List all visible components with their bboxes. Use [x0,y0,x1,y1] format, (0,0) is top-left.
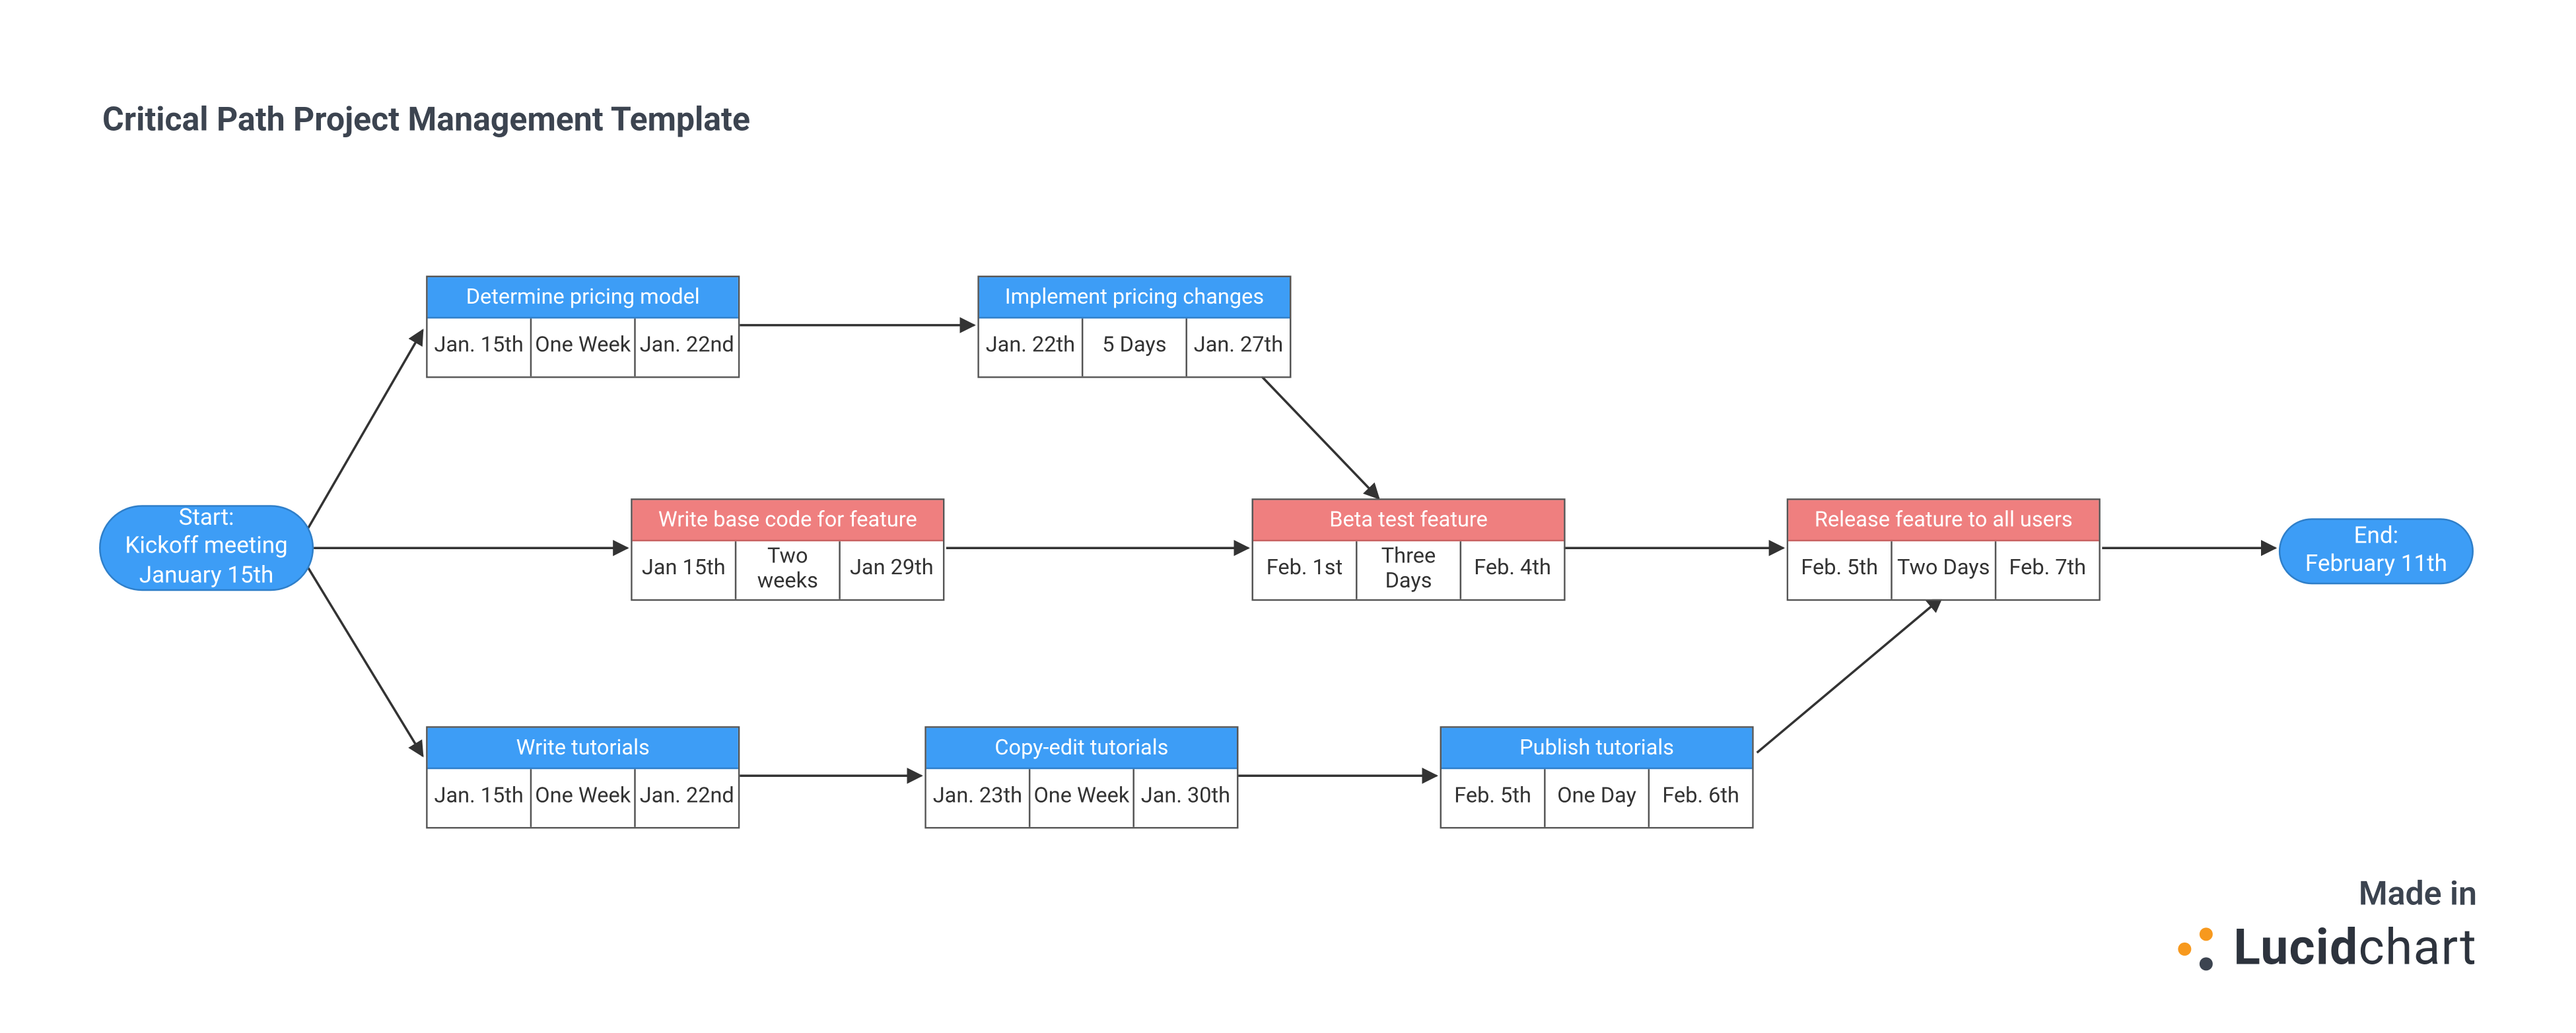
task-publish-tutorials: Publish tutorials Feb. 5th One Day Feb. … [1440,726,1754,828]
task-write-tutorials: Write tutorials Jan. 15th One Week Jan. … [426,726,740,828]
end-line2: February 11th [2305,551,2447,578]
task-end: Feb. 6th [1648,769,1753,827]
task-determine-pricing-model: Determine pricing model Jan. 15th One We… [426,276,740,378]
task-start: Jan. 23th [926,769,1029,827]
task-end: Jan. 30th [1132,769,1237,827]
task-duration: One Week [530,769,635,827]
diagram-canvas: Critical Path Project Management Templat… [0,0,2576,1033]
task-start: Feb. 5th [1788,541,1891,599]
made-in-label: Made in [2177,873,2477,913]
task-end: Feb. 7th [1995,541,2099,599]
task-write-base-code: Write base code for feature Jan 15th Two… [631,498,944,601]
lucidchart-logo-icon [2177,927,2220,970]
task-duration: One Week [530,319,635,377]
start-line2: Kickoff meeting [125,533,287,560]
task-start: Jan. 22th [979,319,1082,377]
task-end: Feb. 4th [1460,541,1564,599]
task-label: Write tutorials [516,735,650,760]
lucidchart-watermark: Made in Lucidchart [2177,873,2477,978]
task-end: Jan. 27th [1185,319,1290,377]
task-duration: 5 Days [1082,319,1186,377]
task-start: Feb. 1st [1253,541,1356,599]
end-node: End: February 11th [2279,518,2474,584]
task-duration: One Week [1029,769,1133,827]
start-line1: Start: [179,505,234,531]
task-label: Publish tutorials [1519,735,1674,760]
task-copy-edit-tutorials: Copy-edit tutorials Jan. 23th One Week J… [924,726,1238,828]
task-end: Jan. 22nd [634,769,738,827]
task-duration: Two Days [1891,541,1995,599]
start-node: Start: Kickoff meeting January 15th [99,505,314,591]
task-label: Implement pricing changes [1005,284,1264,310]
task-label: Beta test feature [1329,508,1488,533]
brand-row: Lucidchart [2177,919,2477,978]
task-end: Jan. 22nd [634,319,738,377]
task-start: Jan 15th [633,541,735,599]
task-end: Jan 29th [839,541,943,599]
end-line1: End: [2354,522,2398,549]
task-beta-test: Beta test feature Feb. 1st Three Days Fe… [1251,498,1565,601]
brand-bold: Lucid [2233,919,2358,978]
task-label: Release feature to all users [1815,508,2073,533]
task-duration: Two weeks [735,541,839,599]
task-duration: One Day [1544,769,1648,827]
page-title: Critical Path Project Management Templat… [102,99,750,139]
start-line3: January 15th [139,562,274,589]
brand-light: chart [2359,919,2477,978]
brand-text: Lucidchart [2233,919,2477,978]
task-release-feature: Release feature to all users Feb. 5th Tw… [1787,498,2101,601]
task-duration: Three Days [1356,541,1460,599]
task-implement-pricing-changes: Implement pricing changes Jan. 22th 5 Da… [977,276,1291,378]
task-start: Jan. 15th [428,319,530,377]
task-label: Determine pricing model [466,284,700,310]
task-label: Write base code for feature [658,508,917,533]
task-start: Jan. 15th [428,769,530,827]
task-label: Copy-edit tutorials [994,735,1168,760]
task-start: Feb. 5th [1442,769,1544,827]
